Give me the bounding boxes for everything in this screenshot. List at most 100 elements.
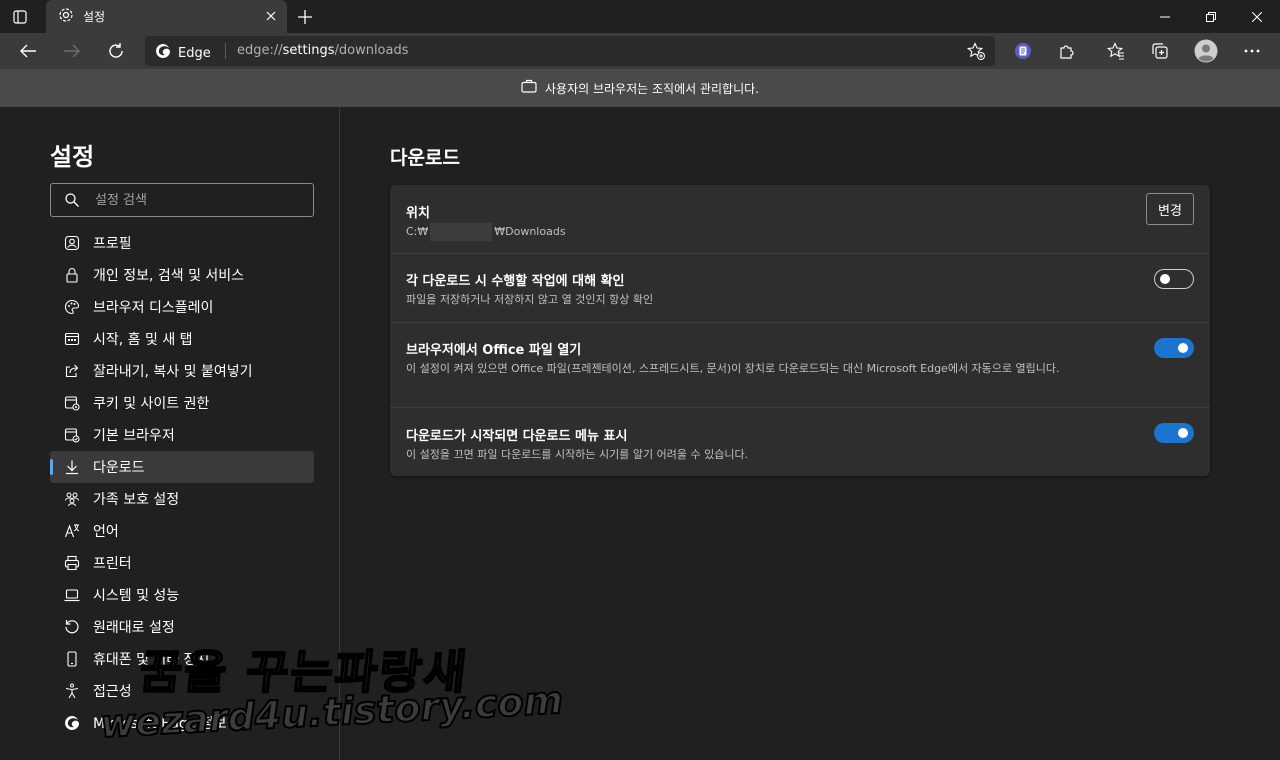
sidebar-item-label: 원래대로 설정 [93, 620, 175, 636]
sidebar-item-printers[interactable]: 프린터 [50, 547, 314, 579]
sidebar-item-privacy[interactable]: 개인 정보, 검색 및 서비스 [50, 259, 314, 291]
collections-icon[interactable] [1145, 37, 1175, 65]
sidebar-item-language[interactable]: 언어 [50, 515, 314, 547]
tab-settings[interactable]: 설정 [46, 0, 287, 33]
sidebar-item-appearance[interactable]: 브라우저 디스플레이 [50, 291, 314, 323]
tab-title: 설정 [83, 10, 106, 24]
close-window-icon[interactable] [1234, 0, 1280, 33]
site-identity[interactable]: Edge [155, 43, 211, 63]
show-menu-desc: 이 설정을 끄면 파일 다운로드를 시작하는 시기를 알기 어려울 수 있습니다… [406, 448, 749, 461]
accessibility-icon [64, 683, 80, 699]
sidebar-item-default-browser[interactable]: 기본 브라우저 [50, 419, 314, 451]
open-office-row: 브라우저에서 Office 파일 열기 이 설정이 켜져 있으면 Office … [390, 322, 1210, 407]
location-title: 위치 [406, 206, 430, 221]
address-bar[interactable]: Edge edge://settings/downloads [145, 36, 995, 66]
sidebar-item-label: 기본 브라우저 [93, 428, 175, 444]
ask-each-title: 각 다운로드 시 수행할 작업에 대해 확인 [406, 274, 625, 289]
open-office-toggle[interactable] [1154, 338, 1194, 358]
sidebar-item-start-home[interactable]: 시작, 홈 및 새 탭 [50, 323, 314, 355]
sidebar-item-downloads[interactable]: 다운로드 [50, 451, 314, 483]
open-office-title: 브라우저에서 Office 파일 열기 [406, 343, 582, 358]
sidebar-item-label: 개인 정보, 검색 및 서비스 [93, 268, 245, 284]
ask-each-desc: 파일을 저장하거나 저장하지 않고 열 것인지 항상 확인 [406, 293, 654, 306]
laptop-icon [64, 587, 80, 603]
more-menu-icon[interactable] [1237, 37, 1267, 65]
edge-logo-icon [155, 43, 171, 63]
toggle-knob [1160, 274, 1170, 284]
settings-nav: 프로필 개인 정보, 검색 및 서비스 브라우저 디스플레이 시작, 홈 및 새… [50, 227, 314, 739]
gear-icon [58, 7, 74, 27]
sidebar-item-label: 가족 보호 설정 [93, 492, 180, 508]
sidebar-item-about[interactable]: Microsoft Edge 정보 [50, 707, 314, 739]
address-divider [225, 43, 226, 59]
printer-icon [64, 555, 80, 571]
sidebar-item-phone[interactable]: 휴대폰 및 기타 장치 [50, 643, 314, 675]
downloads-card: 위치 C:₩ ₩Downloads 변경 각 다운로드 시 수행할 작업에 대해 … [390, 185, 1210, 476]
site-permissions-icon [64, 395, 80, 411]
extension-notes-icon[interactable] [1008, 37, 1038, 65]
settings-sidebar: 설정 프로필 개인 정보, 검색 및 서비스 브라우저 디스플레이 시작, 홈 … [0, 107, 340, 760]
managed-banner-text: 사용자의 브라우저는 조직에서 관리합니다. [545, 81, 759, 96]
home-tab-icon [64, 331, 80, 347]
search-icon [65, 193, 79, 211]
favorites-icon[interactable] [1101, 37, 1131, 65]
settings-search[interactable] [50, 183, 314, 217]
sidebar-item-family[interactable]: 가족 보호 설정 [50, 483, 314, 515]
restore-icon[interactable] [1188, 0, 1234, 33]
extensions-icon[interactable] [1052, 37, 1082, 65]
profile-avatar[interactable] [1191, 37, 1221, 65]
sidebar-item-accessibility[interactable]: 접근성 [50, 675, 314, 707]
redacted-username [430, 223, 493, 241]
tab-actions-icon[interactable] [10, 7, 30, 27]
sidebar-item-label: 브라우저 디스플레이 [93, 300, 214, 316]
forward-icon[interactable] [57, 37, 87, 65]
toggle-knob [1178, 343, 1188, 353]
path-prefix: C:₩ [406, 225, 429, 238]
refresh-icon[interactable] [101, 37, 131, 65]
new-tab-icon[interactable] [294, 6, 316, 28]
path-suffix: ₩Downloads [494, 225, 566, 238]
sidebar-item-system[interactable]: 시스템 및 성능 [50, 579, 314, 611]
toggle-knob [1178, 428, 1188, 438]
open-office-desc: 이 설정이 켜져 있으면 Office 파일(프레젠테이션, 스프레드시트, 문… [406, 362, 1060, 375]
url-text[interactable]: edge://settings/downloads [237, 43, 409, 58]
site-label: Edge [178, 45, 211, 61]
search-input[interactable] [95, 191, 305, 209]
sidebar-item-label: 다운로드 [93, 460, 145, 476]
palette-icon [64, 299, 80, 315]
reset-icon [64, 619, 80, 635]
ask-each-toggle[interactable] [1154, 269, 1194, 289]
lock-icon [64, 267, 80, 283]
back-icon[interactable] [13, 37, 43, 65]
sidebar-title: 설정 [50, 143, 95, 171]
url-prefix: edge:// [237, 43, 283, 58]
sidebar-item-cookies[interactable]: 쿠키 및 사이트 권한 [50, 387, 314, 419]
sidebar-item-label: 시작, 홈 및 새 탭 [93, 332, 193, 348]
language-icon [64, 523, 80, 539]
managed-banner: 사용자의 브라우저는 조직에서 관리합니다. [0, 69, 1280, 107]
title-bar: 설정 [0, 0, 1280, 33]
url-strong: settings [282, 43, 335, 58]
briefcase-icon [521, 79, 537, 97]
sidebar-item-profile[interactable]: 프로필 [50, 227, 314, 259]
toolbar: Edge edge://settings/downloads [0, 33, 1280, 69]
location-path: C:₩ ₩Downloads [406, 223, 566, 241]
show-menu-toggle[interactable] [1154, 423, 1194, 443]
show-menu-title: 다운로드가 시작되면 다운로드 메뉴 표시 [406, 429, 628, 444]
minimize-icon[interactable] [1142, 0, 1188, 33]
close-tab-icon[interactable] [263, 8, 279, 24]
sidebar-item-label: Microsoft Edge 정보 [93, 716, 227, 732]
share-icon [64, 363, 80, 379]
sidebar-item-label: 언어 [93, 524, 119, 540]
sidebar-item-label: 프로필 [93, 236, 132, 252]
family-icon [64, 491, 80, 507]
sidebar-item-share-copy[interactable]: 잘라내기, 복사 및 붙여넣기 [50, 355, 314, 387]
sidebar-item-label: 휴대폰 및 기타 장치 [93, 652, 210, 668]
edge-logo-icon [64, 715, 80, 731]
change-location-button[interactable]: 변경 [1146, 193, 1194, 225]
add-favorite-icon[interactable] [966, 42, 985, 60]
page-title: 다운로드 [390, 147, 460, 169]
download-icon [64, 459, 80, 475]
phone-icon [64, 651, 80, 667]
sidebar-item-reset[interactable]: 원래대로 설정 [50, 611, 314, 643]
